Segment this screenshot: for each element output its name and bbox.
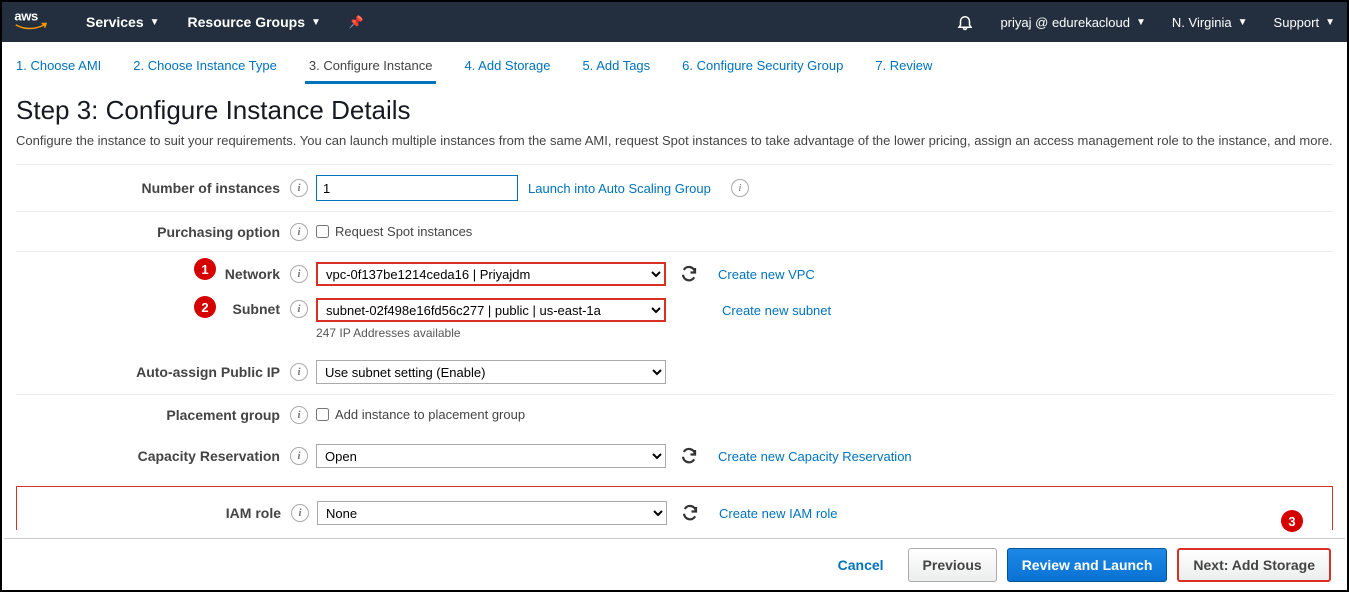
row-number-of-instances: Number of instances i Launch into Auto S… [16,164,1333,211]
top-nav: aws Services ▼ Resource Groups ▼ 📌 priya… [2,2,1347,42]
chevron-down-icon: ▼ [150,17,160,28]
create-vpc-link[interactable]: Create new VPC [718,267,815,282]
footer: Cancel Previous Review and Launch Next: … [4,538,1345,590]
row-placement-group: Placement group i Add instance to placem… [16,394,1333,434]
create-iam-link[interactable]: Create new IAM role [719,506,838,521]
nav-account[interactable]: priyaj @ edurekacloud ▼ [1000,15,1145,30]
refresh-icon[interactable] [680,447,698,465]
chevron-down-icon: ▼ [1325,17,1335,28]
launch-asg-link[interactable]: Launch into Auto Scaling Group [528,181,711,196]
row-network: 1 Network i vpc-0f137be1214ceda16 | Priy… [16,251,1333,296]
chevron-down-icon: ▼ [1136,17,1146,28]
spot-checkbox-label[interactable]: Request Spot instances [316,224,472,239]
step-add-storage[interactable]: 4. Add Storage [460,50,554,84]
label-number-of-instances: Number of instances [142,180,280,196]
main-scroll[interactable]: Step 3: Configure Instance Details Confi… [2,85,1347,530]
previous-button[interactable]: Previous [908,548,997,582]
info-icon[interactable]: i [291,504,309,522]
nav-support[interactable]: Support ▼ [1274,15,1335,30]
label-capacity-reservation: Capacity Reservation [138,448,280,464]
spot-checkbox-text: Request Spot instances [335,224,472,239]
spot-checkbox[interactable] [316,225,329,238]
step-add-tags[interactable]: 5. Add Tags [578,50,654,84]
step-configure-instance[interactable]: 3. Configure Instance [305,50,437,84]
aws-logo[interactable]: aws [14,9,58,35]
network-select[interactable]: vpc-0f137be1214ceda16 | Priyajdm [316,262,666,286]
step-review[interactable]: 7. Review [871,50,936,84]
row-purchasing-option: Purchasing option i Request Spot instanc… [16,211,1333,251]
placement-checkbox[interactable] [316,408,329,421]
main: Step 3: Configure Instance Details Confi… [2,85,1347,530]
nav-services-label: Services [86,14,144,30]
pin-icon[interactable]: 📌 [349,15,364,29]
iam-select[interactable]: None [317,501,667,525]
row-iam-role: IAM role i None Create new IAM role [17,491,1332,530]
create-capacity-link[interactable]: Create new Capacity Reservation [718,449,912,464]
nav-region-label: N. Virginia [1172,15,1232,30]
create-subnet-link[interactable]: Create new subnet [722,303,831,318]
wizard-steps: 1. Choose AMI 2. Choose Instance Type 3.… [2,42,1347,85]
cancel-button[interactable]: Cancel [824,548,898,582]
subnet-select[interactable]: subnet-02f498e16fd56c277 | public | us-e… [316,298,666,322]
nav-resource-groups-label: Resource Groups [188,14,305,30]
step-security-group[interactable]: 6. Configure Security Group [678,50,847,84]
svg-text:aws: aws [14,9,38,24]
auto-assign-ip-select[interactable]: Use subnet setting (Enable) [316,360,666,384]
label-network: Network [225,266,280,282]
placement-checkbox-label[interactable]: Add instance to placement group [316,407,525,422]
row-capacity-reservation: Capacity Reservation i Open Create new C… [16,434,1333,478]
step-choose-ami[interactable]: 1. Choose AMI [12,50,105,84]
nav-region[interactable]: N. Virginia ▼ [1172,15,1248,30]
label-auto-assign-ip: Auto-assign Public IP [136,364,280,380]
info-icon[interactable]: i [290,265,308,283]
page-desc: Configure the instance to suit your requ… [16,132,1333,150]
capacity-select[interactable]: Open [316,444,666,468]
nav-support-label: Support [1274,15,1320,30]
label-purchasing-option: Purchasing option [157,224,280,240]
info-icon[interactable]: i [290,447,308,465]
row-auto-assign-ip: Auto-assign Public IP i Use subnet setti… [16,350,1333,394]
row-subnet: 2 Subnet i subnet-02f498e16fd56c277 | pu… [16,296,1333,350]
label-placement-group: Placement group [166,407,280,423]
next-add-storage-button[interactable]: Next: Add Storage [1177,548,1331,582]
iam-section: IAM role i None Create new IAM role [16,486,1333,530]
placement-checkbox-text: Add instance to placement group [335,407,525,422]
page-title: Step 3: Configure Instance Details [16,95,1333,126]
step-choose-instance-type[interactable]: 2. Choose Instance Type [129,50,281,84]
label-subnet: Subnet [233,301,280,317]
subnet-helper: 247 IP Addresses available [316,326,461,340]
nav-resource-groups[interactable]: Resource Groups ▼ [188,14,321,30]
chevron-down-icon: ▼ [311,17,321,28]
label-iam-role: IAM role [226,505,281,521]
info-icon[interactable]: i [290,223,308,241]
chevron-down-icon: ▼ [1238,17,1248,28]
info-icon[interactable]: i [290,363,308,381]
info-icon[interactable]: i [290,179,308,197]
nav-account-label: priyaj @ edurekacloud [1000,15,1130,30]
nav-services[interactable]: Services ▼ [86,14,160,30]
info-icon[interactable]: i [290,406,308,424]
info-icon[interactable]: i [731,179,749,197]
review-launch-button[interactable]: Review and Launch [1007,548,1168,582]
info-icon[interactable]: i [290,300,308,318]
refresh-icon[interactable] [681,504,699,522]
number-of-instances-input[interactable] [316,175,518,201]
refresh-icon[interactable] [680,265,698,283]
bell-icon[interactable] [956,13,974,31]
